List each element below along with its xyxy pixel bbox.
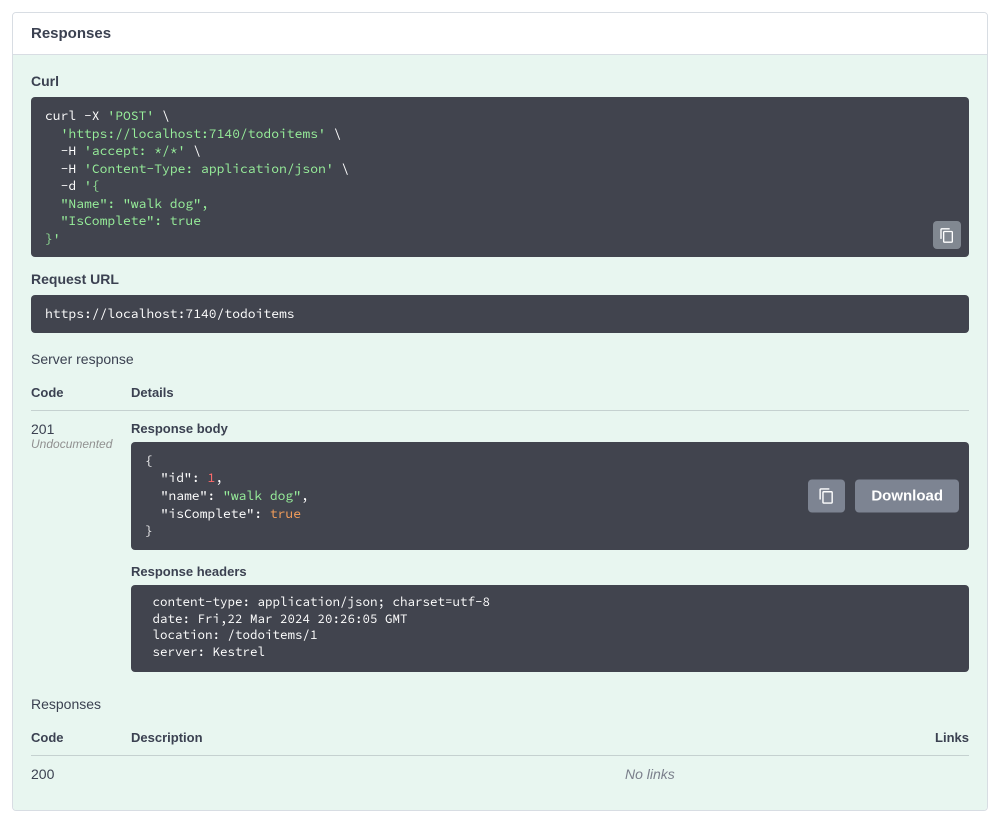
clipboard-icon	[939, 227, 955, 244]
undocumented-label: Undocumented	[31, 437, 131, 451]
response-headers-block: content-type: application/json; charset=…	[131, 585, 969, 673]
clipboard-icon	[818, 487, 835, 504]
doc-description	[131, 756, 625, 793]
panel-header: Responses	[13, 13, 987, 55]
doc-status-code: 200	[31, 756, 131, 793]
download-button[interactable]: Download	[855, 479, 959, 512]
status-cell: 201 Undocumented	[31, 410, 131, 686]
col-details: Details	[131, 375, 969, 411]
col-code: Code	[31, 375, 131, 411]
col-code2: Code	[31, 720, 131, 756]
copy-curl-button[interactable]	[933, 221, 961, 249]
response-body-text: { "id": 1, "name": "walk dog", "isComple…	[145, 452, 309, 539]
curl-label: Curl	[31, 73, 969, 89]
copy-body-button[interactable]	[808, 479, 845, 512]
server-response-table: Code Details 201 Undocumented Response b…	[31, 375, 969, 686]
details-cell: Response body { "id": 1, "name": "walk d…	[131, 410, 969, 686]
curl-code-block: curl -X 'POST' \ 'https://localhost:7140…	[31, 97, 969, 257]
response-body-label: Response body	[131, 421, 969, 436]
response-headers-label: Response headers	[131, 564, 969, 579]
response-row: 201 Undocumented Response body { "id": 1…	[31, 410, 969, 686]
col-description: Description	[131, 720, 625, 756]
server-response-label: Server response	[31, 351, 969, 367]
responses-label: Responses	[31, 696, 969, 712]
responses-panel: Responses Curl curl -X 'POST' \ 'https:/…	[12, 12, 988, 811]
col-links: Links	[625, 720, 969, 756]
request-url-value: https://localhost:7140/todoitems	[45, 305, 295, 322]
responses-table: Code Description Links 200 No links	[31, 720, 969, 792]
status-code: 201	[31, 421, 131, 437]
request-url-label: Request URL	[31, 271, 969, 287]
doc-links: No links	[625, 756, 969, 793]
panel-title: Responses	[31, 25, 969, 42]
request-url-block: https://localhost:7140/todoitems	[31, 295, 969, 333]
response-body-buttons: Download	[808, 479, 959, 512]
doc-response-row: 200 No links	[31, 756, 969, 793]
response-headers-text: content-type: application/json; charset=…	[145, 595, 498, 661]
response-body-block: { "id": 1, "name": "walk dog", "isComple…	[131, 442, 969, 550]
panel-body: Curl curl -X 'POST' \ 'https://localhost…	[13, 55, 987, 810]
curl-text: curl -X 'POST' \ 'https://localhost:7140…	[45, 107, 349, 247]
